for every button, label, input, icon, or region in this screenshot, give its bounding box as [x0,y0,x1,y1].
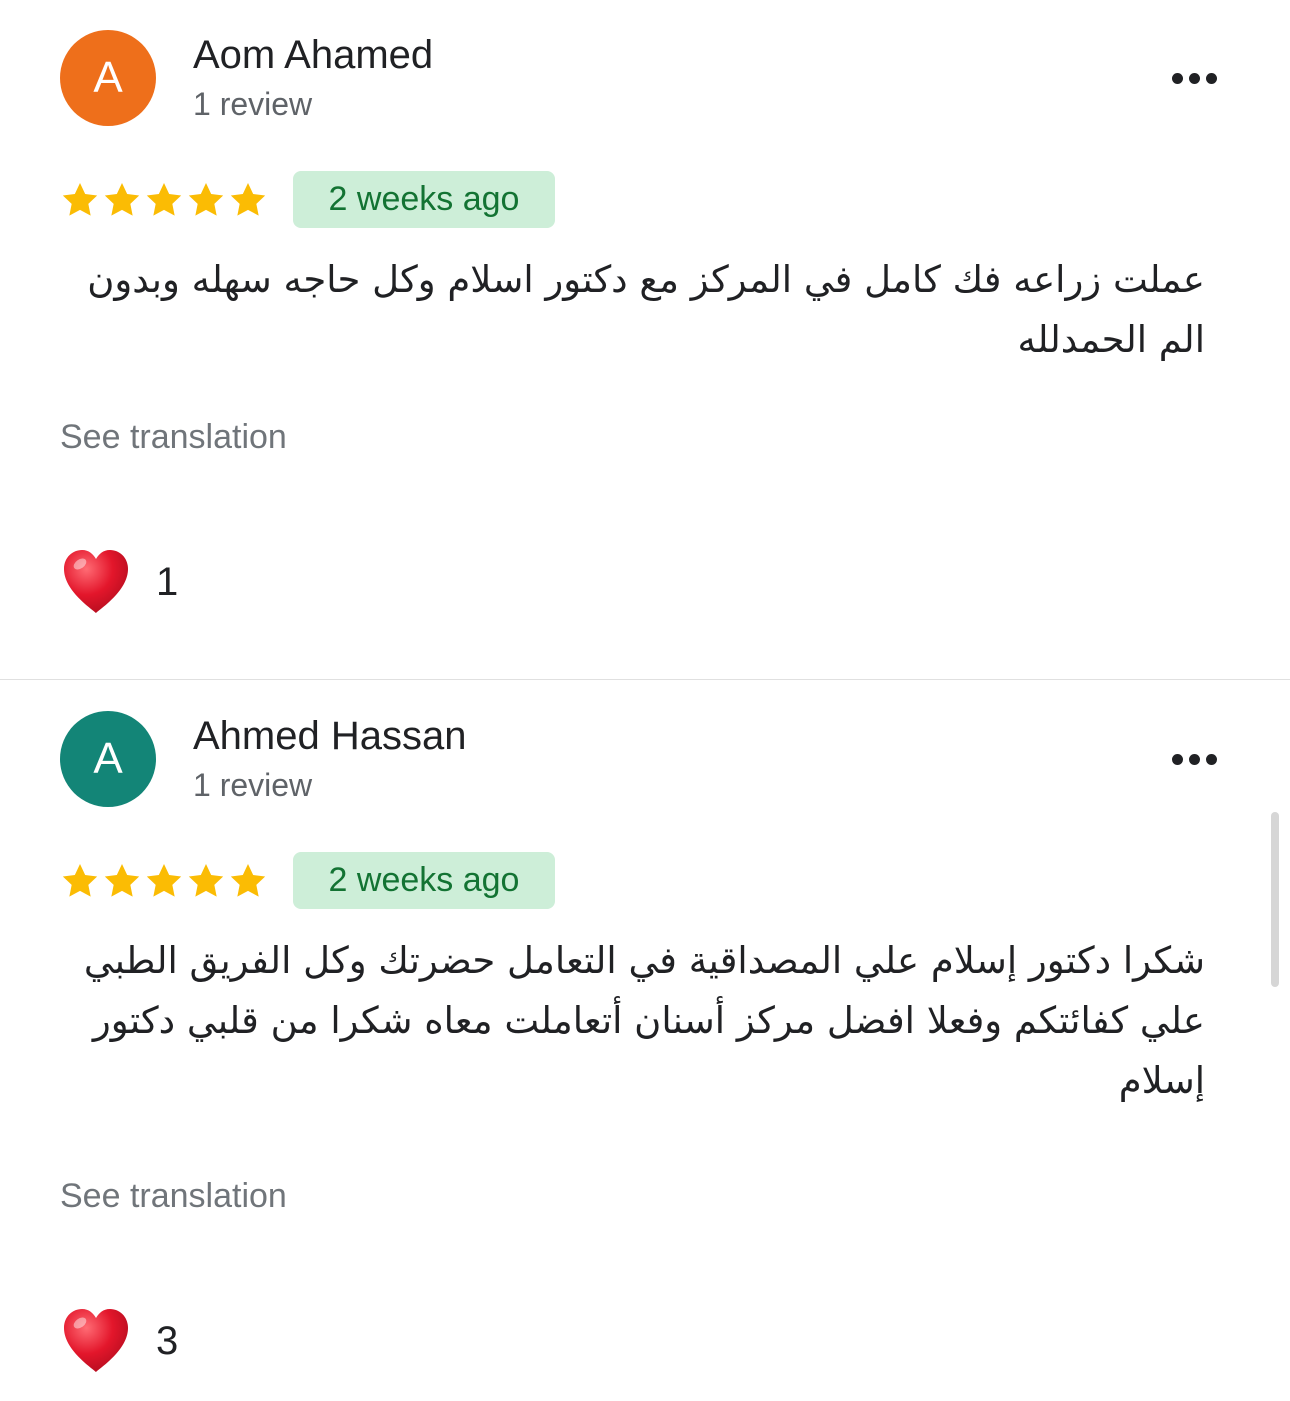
avatar[interactable]: A [60,711,156,807]
more-options-icon-dot [1205,72,1217,84]
see-translation-link[interactable]: See translation [60,1177,287,1216]
avatar[interactable]: A [60,30,156,126]
scrollbar[interactable] [1271,812,1279,987]
heart-icon[interactable] [60,1306,132,1376]
avatar-initial: A [93,734,123,783]
reviewer-review-count: 1 review [193,86,313,122]
star-rating [60,175,268,225]
review-card: A Ahmed Hassan 1 review 2 weeks ago شكرا… [0,681,1290,1401]
avatar-initial: A [93,53,123,102]
reaction-count: 3 [156,1318,179,1363]
more-options-icon [1171,753,1183,765]
reviewer-name[interactable]: Aom Ahamed [193,33,433,78]
star-icon [230,183,266,216]
heart-icon[interactable] [60,547,132,617]
star-icon [104,183,140,216]
more-options-icon-dot [1188,72,1200,84]
review-time-badge: 2 weeks ago [293,171,555,228]
star-icon [104,864,140,897]
see-translation-link[interactable]: See translation [60,418,287,457]
reaction-count: 1 [156,559,179,604]
reviewer-name[interactable]: Ahmed Hassan [193,714,466,759]
star-icon [188,864,224,897]
star-icon [146,183,182,216]
review-text: شكرا دكتور إسلام علي المصداقية في التعام… [83,939,1205,1102]
more-options-icon-dot [1188,753,1200,765]
more-options-button[interactable] [1160,739,1228,779]
more-options-icon [1171,72,1183,84]
divider [0,679,1290,680]
star-icon [230,864,266,897]
review-time-badge: 2 weeks ago [293,852,555,909]
star-icon [62,183,98,216]
review-card: A Aom Ahamed 1 review 2 weeks ago عملت ز… [0,0,1290,680]
star-icon [146,864,182,897]
more-options-button[interactable] [1160,58,1228,98]
more-options-icon-dot [1205,753,1217,765]
star-icon [188,183,224,216]
star-icon [62,864,98,897]
reaction: 1 [60,547,178,617]
star-rating [60,856,268,906]
reaction: 3 [60,1306,178,1376]
review-text: عملت زراعه فك كامل في المركز مع دكتور اس… [87,258,1205,361]
reviewer-review-count: 1 review [193,767,313,803]
